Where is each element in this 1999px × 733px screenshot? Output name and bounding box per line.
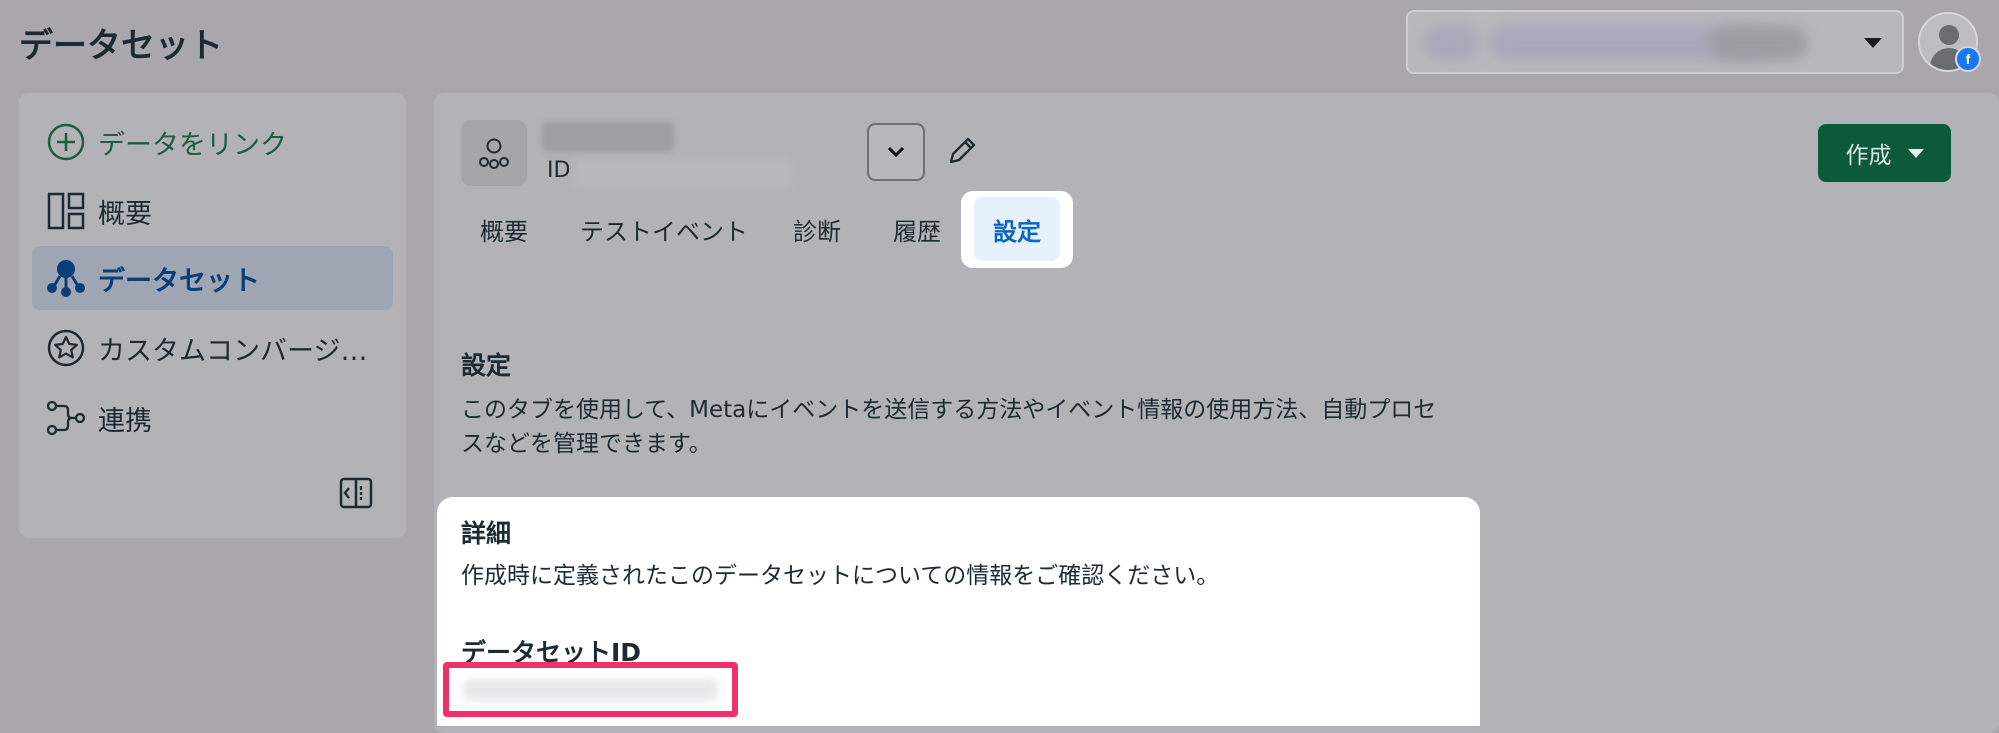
sidebar-item-overview[interactable]: 概要 [32, 179, 393, 243]
dataset-id-redacted [576, 158, 791, 188]
sidebar-item-label: データセット [98, 265, 260, 297]
edit-button[interactable] [945, 134, 979, 172]
sidebar: データをリンク 概要 データセット カスタムコンバージ… 連携 [19, 93, 406, 538]
dataset-id-value-highlight[interactable] [443, 662, 738, 717]
create-button[interactable]: 作成 [1818, 124, 1951, 182]
tab-history[interactable]: 履歴 [893, 212, 941, 247]
dataset-icon [479, 138, 509, 169]
integration-icon [46, 398, 86, 438]
account-id-redacted [1710, 26, 1808, 60]
star-circle-icon [46, 328, 86, 368]
details-description: 作成時に定義されたこのデータセットについての情報をご確認ください。 [461, 563, 1220, 589]
caret-down-icon [1907, 148, 1924, 158]
sidebar-item-link-data[interactable]: データをリンク [32, 110, 393, 174]
sidebar-item-datasets[interactable]: データセット [32, 246, 393, 310]
facebook-icon: f [1955, 46, 1981, 72]
collapse-sidebar-icon[interactable] [339, 477, 373, 513]
chevron-down-icon [887, 146, 905, 158]
tab-test-events[interactable]: テストイベント [580, 212, 748, 247]
plus-circle-icon [46, 122, 86, 162]
settings-title: 設定 [461, 351, 512, 380]
tab-settings[interactable]: 設定 [993, 212, 1041, 247]
dataset-dropdown-button[interactable] [867, 123, 925, 181]
pencil-icon [949, 137, 976, 164]
account-avatar-redacted [1424, 26, 1478, 60]
sidebar-item-custom-conversions[interactable]: カスタムコンバージ… [32, 316, 393, 380]
tab-overview[interactable]: 概要 [480, 212, 528, 247]
sidebar-item-label: カスタムコンバージ… [98, 335, 368, 367]
dataset-name-redacted [542, 122, 674, 152]
sidebar-item-label: データをリンク [98, 129, 287, 161]
create-button-label: 作成 [1845, 143, 1892, 169]
dataset-id-label: ID [547, 158, 571, 183]
tab-diagnostics[interactable]: 診断 [793, 212, 841, 247]
sidebar-item-integrations[interactable]: 連携 [32, 386, 393, 450]
dataset-id-value-redacted [463, 679, 718, 701]
layout-icon [46, 191, 86, 231]
details-title: 詳細 [461, 519, 512, 548]
account-selector[interactable] [1406, 10, 1904, 74]
dataset-icon [46, 258, 86, 298]
sidebar-item-label: 連携 [98, 405, 152, 437]
settings-description: このタブを使用して、Metaにイベントを送信する方法やイベント情報の使用方法、自… [461, 397, 1437, 457]
page-title: データセット [19, 26, 223, 66]
dataset-avatar [461, 120, 527, 186]
chevron-down-icon [1864, 38, 1882, 48]
sidebar-item-label: 概要 [98, 198, 152, 230]
